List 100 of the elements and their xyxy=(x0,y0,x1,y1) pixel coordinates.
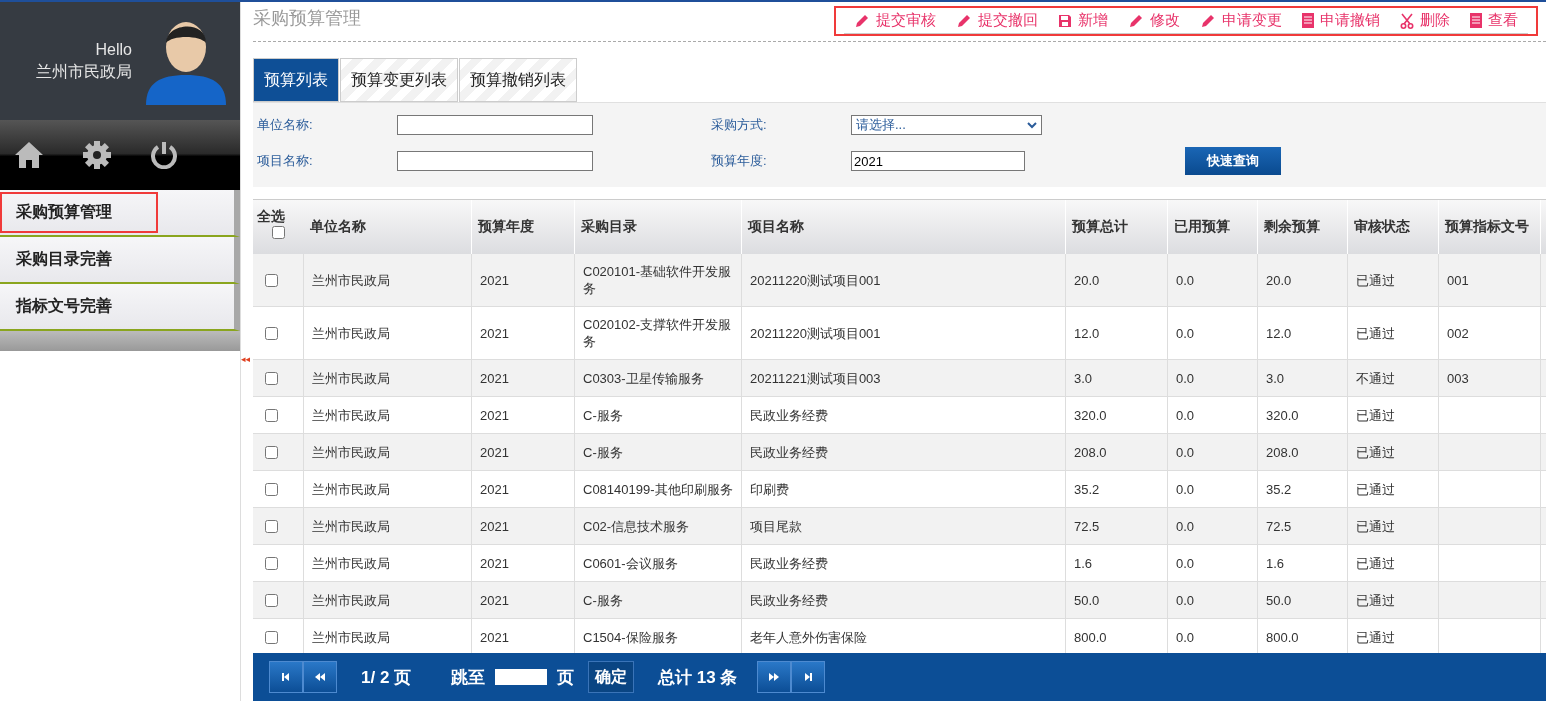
unit-name-field[interactable] xyxy=(397,115,593,135)
table-cell: 20211220测试项目001 xyxy=(750,271,881,289)
confirm-button[interactable]: 确定 xyxy=(588,661,635,693)
table-cell: 12.0 xyxy=(1074,324,1100,342)
settings-icon[interactable] xyxy=(82,140,112,170)
table-cell: 0.0 xyxy=(1176,406,1195,424)
project-name-field[interactable] xyxy=(397,151,593,171)
page-unit: 页 xyxy=(557,666,575,689)
field-label: 采购方式: xyxy=(711,116,768,134)
table-cell: 2021 xyxy=(480,517,509,535)
toolbar-button[interactable]: 删除 xyxy=(1390,8,1460,34)
toolbar-button[interactable]: 提交审核 xyxy=(844,8,946,34)
page-number-field[interactable] xyxy=(495,669,548,685)
table-cell: 已通过 xyxy=(1356,591,1395,609)
table-cell: 0.0 xyxy=(1176,517,1195,535)
table-cell: 2021 xyxy=(480,591,509,609)
method-dropdown[interactable]: 请选择... xyxy=(851,115,1042,135)
page-indicator: 1/ 2 页 xyxy=(361,666,412,689)
table-cell: 0.0 xyxy=(1176,443,1195,461)
row-checkbox[interactable] xyxy=(265,630,278,644)
tab[interactable]: 预算变更列表 xyxy=(340,58,458,102)
table-cell: 208.0 xyxy=(1266,443,1299,461)
table-cell: 0.0 xyxy=(1176,480,1195,498)
table-cell: 0.0 xyxy=(1176,271,1195,289)
table-cell: 800.0 xyxy=(1074,628,1107,646)
table-cell: C1504-保险服务 xyxy=(583,628,678,646)
table-cell: C020101-基础软件开发服务 xyxy=(583,263,733,297)
table-cell: 已通过 xyxy=(1356,443,1395,461)
scissors-icon xyxy=(1400,12,1414,29)
pencil-icon xyxy=(1128,12,1144,29)
document-icon xyxy=(1470,13,1482,28)
pencil-icon xyxy=(1200,12,1216,29)
table-cell: 0.0 xyxy=(1176,628,1195,646)
row-checkbox[interactable] xyxy=(265,593,278,607)
search-button[interactable]: 快速查询 xyxy=(1185,147,1281,175)
table-cell: 0.0 xyxy=(1176,554,1195,572)
table-cell: C08140199-其他印刷服务 xyxy=(583,480,733,498)
table-cell: C-服务 xyxy=(583,443,623,461)
table-cell: 35.2 xyxy=(1266,480,1292,498)
table-cell: 兰州市民政局 xyxy=(312,480,390,498)
row-checkbox[interactable] xyxy=(265,519,278,533)
table-cell: 72.5 xyxy=(1266,517,1292,535)
table-cell: 12.0 xyxy=(1266,324,1292,342)
table-cell: 兰州市民政局 xyxy=(312,443,390,461)
field-label: 单位名称: xyxy=(257,116,314,134)
toolbar-button[interactable]: 申请撤销 xyxy=(1292,8,1390,34)
table-cell: 800.0 xyxy=(1266,628,1299,646)
document-icon xyxy=(1302,13,1314,28)
table-cell: 已通过 xyxy=(1356,628,1395,646)
table-cell: 20211220测试项目001 xyxy=(750,324,881,342)
table-cell: 兰州市民政局 xyxy=(312,406,390,424)
table-cell: 2021 xyxy=(480,443,509,461)
row-checkbox[interactable] xyxy=(265,482,278,496)
year-field[interactable]: 2021 xyxy=(851,151,1025,171)
table-cell: 兰州市民政局 xyxy=(312,517,390,535)
field-label: 预算年度: xyxy=(711,152,768,170)
row-checkbox[interactable] xyxy=(265,445,278,459)
table-cell: 老年人意外伤害保险 xyxy=(750,628,867,646)
table-cell: 3.0 xyxy=(1074,369,1093,387)
toolbar-button[interactable]: 提交撤回 xyxy=(946,8,1048,34)
table-cell: 50.0 xyxy=(1266,591,1292,609)
table-cell: 兰州市民政局 xyxy=(312,628,390,646)
table-cell: 不通过 xyxy=(1356,369,1395,387)
table-cell: 208.0 xyxy=(1074,443,1107,461)
table-cell: 民政业务经费 xyxy=(750,554,828,572)
toolbar-button[interactable]: 查看 xyxy=(1460,8,1528,34)
row-checkbox[interactable] xyxy=(265,408,278,422)
home-icon[interactable] xyxy=(14,141,44,169)
table-cell: 兰州市民政局 xyxy=(312,591,390,609)
sidebar-item[interactable]: 采购预算管理 xyxy=(0,190,240,237)
table-cell: 50.0 xyxy=(1074,591,1100,609)
toolbar-button[interactable]: 申请变更 xyxy=(1190,8,1292,34)
table-cell: 0.0 xyxy=(1176,369,1195,387)
next-page-button[interactable] xyxy=(757,661,792,693)
row-checkbox[interactable] xyxy=(265,326,278,340)
previous-page-button[interactable] xyxy=(303,661,337,693)
last-page-button[interactable] xyxy=(791,661,826,693)
table-cell: 2021 xyxy=(480,628,509,646)
row-checkbox[interactable] xyxy=(265,273,278,287)
table-cell: 已通过 xyxy=(1356,517,1395,535)
table-cell: 003 xyxy=(1447,369,1469,387)
row-checkbox[interactable] xyxy=(265,556,278,570)
field-label: 项目名称: xyxy=(257,152,314,170)
table-cell: 20.0 xyxy=(1266,271,1292,289)
table-cell: 0.0 xyxy=(1176,324,1195,342)
tab[interactable]: 预算列表 xyxy=(253,58,339,102)
sidebar-item[interactable]: 采购目录完善 xyxy=(0,237,240,284)
sidebar-item[interactable]: 指标文号完善 xyxy=(0,284,240,331)
collapse-toggle[interactable]: ◂◂ xyxy=(240,354,250,364)
pencil-icon xyxy=(956,12,972,29)
toolbar-button[interactable]: 修改 xyxy=(1118,8,1190,34)
table-cell: 已通过 xyxy=(1356,271,1395,289)
table-cell: 20211221测试项目003 xyxy=(750,369,881,387)
toolbar-button[interactable]: 新增 xyxy=(1048,8,1118,34)
first-page-button[interactable] xyxy=(269,661,303,693)
greeting: Hello xyxy=(95,40,132,60)
power-icon[interactable] xyxy=(150,141,178,169)
table-cell: 2021 xyxy=(480,369,509,387)
row-checkbox[interactable] xyxy=(265,371,278,385)
tab[interactable]: 预算撤销列表 xyxy=(459,58,577,102)
